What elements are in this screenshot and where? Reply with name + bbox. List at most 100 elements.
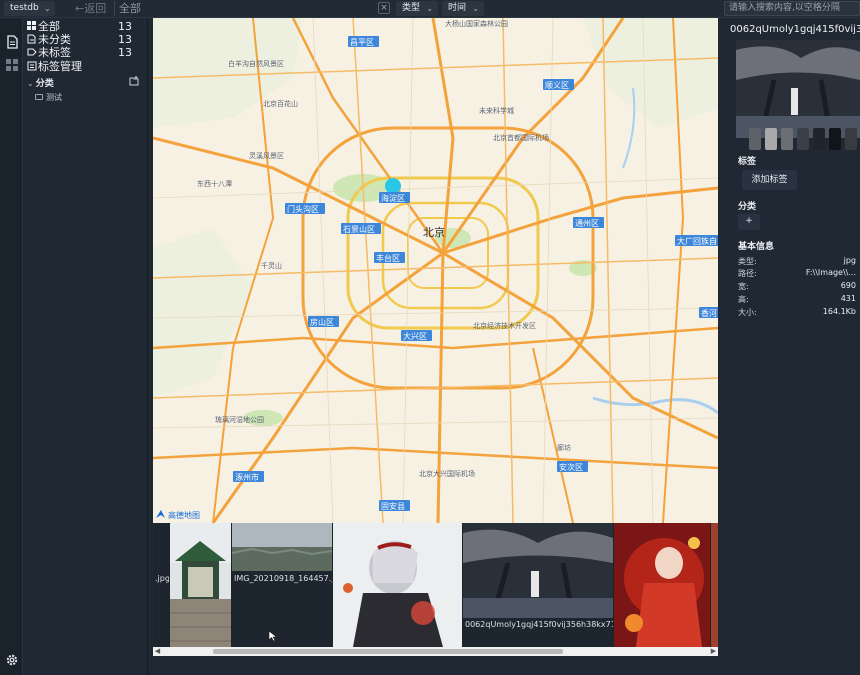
thumbnail-item[interactable] — [170, 523, 231, 647]
category-item[interactable]: 测试 — [35, 92, 62, 103]
color-swatch[interactable] — [781, 128, 793, 150]
grid-icon — [27, 21, 36, 30]
item-count: 13 — [118, 46, 132, 59]
map-label: 涿州市 — [235, 472, 259, 482]
chevron-down-icon: ⌄ — [426, 4, 434, 13]
info-key: 高: — [738, 295, 749, 304]
color-swatch[interactable] — [813, 128, 825, 150]
map-label: 固安县 — [381, 501, 405, 511]
map-label: 高德地图 — [168, 510, 200, 520]
thumbnail-item[interactable] — [711, 523, 718, 647]
map-label: 大兴区 — [403, 331, 427, 341]
document-icon[interactable] — [5, 35, 19, 49]
map-label: 北京百花山 — [263, 99, 298, 108]
map-label: 大厂回族自 — [677, 236, 717, 246]
category-header[interactable]: ⌄ 分类 — [27, 76, 143, 89]
map-label: 白羊沟自然风景区 — [228, 59, 284, 68]
thumbnail-caption: 0062qUmoly1gqj415f0vij356h38kx71.jpg — [465, 620, 613, 629]
info-value: jpg — [843, 256, 856, 265]
scroll-left-arrow-icon[interactable]: ◀ — [153, 647, 162, 656]
image-viewer[interactable]: 北京 海淀区 石景山区 门头沟区 丰台区 房山区 大兴区 昌平区 顺义区 通州区 固安县 廊坊 涿州市 安… — [153, 18, 718, 523]
map-label: 门头沟区 — [287, 204, 319, 214]
map-label: 昌平区 — [350, 38, 374, 47]
map-label: 石景山区 — [343, 224, 375, 234]
sidebar-item-label: 全部 — [38, 20, 60, 33]
scroll-right-arrow-icon[interactable]: ▶ — [709, 647, 718, 656]
category-header-label: 分类 — [35, 79, 54, 89]
tags-section-title: 标签 — [738, 157, 757, 167]
pavilion-photo — [170, 523, 231, 647]
sidebar-item-tag-manage[interactable]: 标签管理 — [27, 60, 143, 73]
time-filter-dropdown[interactable]: 时间 ⌄ — [442, 1, 485, 16]
thumbnail-item[interactable]: .jpg — [153, 523, 169, 647]
color-swatch[interactable] — [829, 128, 841, 150]
add-category-button[interactable]: + — [738, 214, 760, 230]
thumbnail-item[interactable]: 0062qUmoly1gqj415f0vij356h38kx71.jpg — [463, 523, 613, 647]
chevron-down-icon: ⌄ — [27, 79, 34, 88]
thumbnail-item[interactable] — [333, 523, 462, 647]
thumbnail-strip: .jpg IMG_20210918_164457.jpg — [153, 523, 718, 647]
sidebar-item-uncategorized[interactable]: 未分类 13 — [27, 33, 143, 46]
doc-icon — [27, 34, 36, 44]
map-label: 未来科学城 — [479, 106, 514, 115]
inspector-preview — [736, 40, 860, 138]
info-value: 690 — [840, 281, 856, 290]
map-label: 顺义区 — [545, 81, 569, 90]
library-select[interactable]: testdb ⌄ — [4, 1, 55, 16]
mouse-cursor-icon — [268, 630, 278, 642]
map-label: 廊坊 — [557, 443, 571, 452]
night-tree-photo — [463, 523, 613, 619]
color-swatch[interactable] — [749, 128, 761, 150]
thumbnail-item[interactable]: IMG_20210918_164457.jpg — [232, 523, 332, 647]
file-name: 0062qUmoly1gqj415f0vij356h38kx71 — [730, 24, 860, 35]
scrollbar-thumb[interactable] — [213, 649, 563, 654]
back-button[interactable]: ←返回 — [75, 1, 106, 16]
map-label: 北京大兴国际机场 — [419, 469, 475, 478]
info-value: 431 — [840, 294, 856, 303]
library-name: testdb — [10, 3, 39, 13]
inspector-panel: 0062qUmoly1gqj415f0vij356h38kx71 标签 添加标签… — [728, 18, 860, 675]
add-tag-button[interactable]: 添加标签 — [742, 170, 797, 190]
info-row-width: 宽: 690 — [738, 281, 856, 293]
info-value: F:\\Image\\... — [805, 268, 856, 277]
gear-icon[interactable] — [5, 653, 19, 667]
sidebar-item-untagged[interactable]: 未标签 13 — [27, 46, 143, 59]
clear-filter-button[interactable]: × — [378, 2, 390, 14]
tag-icon — [27, 48, 37, 56]
info-key: 宽: — [738, 282, 749, 291]
grid-icon[interactable] — [5, 58, 19, 72]
map-label: 通州区 — [575, 218, 599, 228]
info-section-title: 基本信息 — [738, 242, 775, 252]
type-filter-dropdown[interactable]: 类型 ⌄ — [396, 1, 439, 16]
horizontal-scrollbar[interactable]: ◀ ▶ — [153, 647, 718, 656]
color-swatch[interactable] — [845, 128, 857, 150]
chevron-down-icon: ⌄ — [44, 4, 51, 13]
breadcrumb: 全部 — [114, 1, 141, 16]
map-label: 海淀区 — [381, 193, 405, 203]
landscape-photo — [232, 523, 332, 571]
map-label: 灵溪风景区 — [249, 151, 284, 160]
sidebar-item-label: 未分类 — [38, 33, 71, 46]
color-swatch[interactable] — [797, 128, 809, 150]
red-illustration-image — [614, 523, 710, 647]
map-label: 丰台区 — [376, 253, 400, 263]
folder-icon — [35, 94, 43, 100]
search-input[interactable]: 请输入搜索内容,以空格分隔 — [724, 1, 860, 16]
sidebar-item-all[interactable]: 全部 13 — [27, 20, 143, 33]
map-label: 北京 — [423, 225, 445, 239]
map-label: 北京经济技术开发区 — [473, 321, 536, 330]
sidebar-item-label: 未标签 — [38, 46, 71, 59]
map-label: 千灵山 — [261, 261, 282, 270]
add-folder-icon[interactable] — [129, 76, 139, 86]
chevron-down-icon: ⌄ — [472, 4, 480, 13]
thumbnail-caption: .jpg — [155, 574, 169, 583]
info-key: 类型: — [738, 257, 757, 266]
color-swatch[interactable] — [765, 128, 777, 150]
map-label: 安次区 — [559, 462, 583, 472]
info-row-height: 高: 431 — [738, 294, 856, 306]
info-value: 164.1Kb — [822, 307, 856, 316]
info-key: 路径: — [738, 269, 757, 278]
icon-rail — [0, 18, 23, 675]
thumbnail-item[interactable] — [614, 523, 710, 647]
type-filter-label: 类型 — [402, 3, 421, 13]
